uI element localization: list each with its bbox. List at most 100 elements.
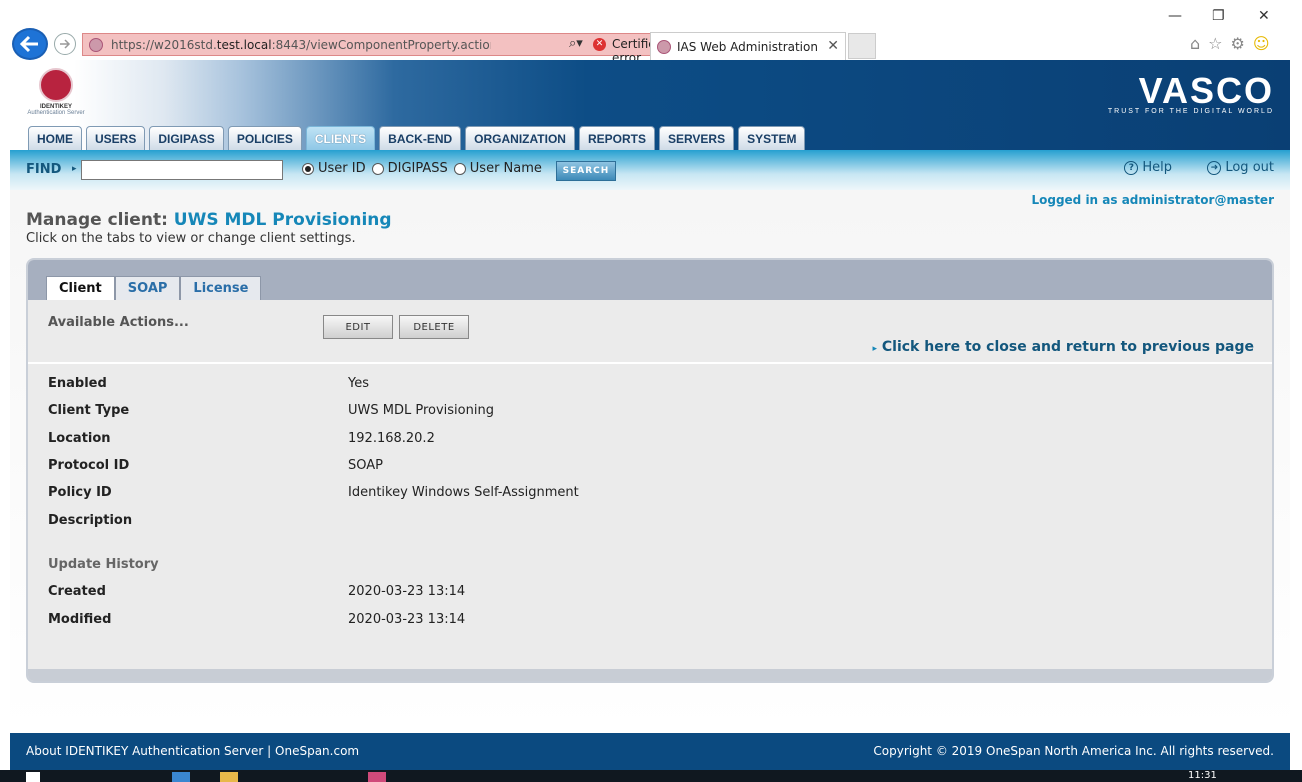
browser-tab[interactable]: IAS Web Administration ✕ [650,32,846,60]
find-input[interactable] [81,160,283,180]
field-value: Yes [348,376,369,391]
identikey-logo-mark [39,68,73,102]
page-subtitle: Click on the tabs to view or change clie… [26,231,356,246]
favorites-star-icon[interactable]: ☆ [1208,34,1222,53]
logout-link[interactable]: ➜ Log out [1207,160,1274,175]
field-label: Enabled [48,376,107,391]
home-icon[interactable]: ⌂ [1190,34,1200,53]
nav-policies[interactable]: POLICIES [227,126,302,150]
nav-back-end-label: BACK-END [388,131,453,146]
minimize-icon[interactable]: — [1168,8,1182,24]
nav-servers[interactable]: SERVERS [658,126,735,150]
app-footer: About IDENTIKEY Authentication Server | … [10,733,1290,770]
radio-user-name-label: User Name [469,161,542,176]
close-return-label: Click here to close and return to previo… [881,339,1254,355]
nav-reports[interactable]: REPORTS [578,126,655,150]
nav-back-end[interactable]: BACK-END [379,126,462,150]
smiley-feedback-icon[interactable]: ☺ [1253,34,1270,53]
edit-button[interactable]: EDIT [323,315,393,339]
taskbar-clock[interactable]: 11:31 [1188,770,1217,781]
client-panel: Client SOAP License Available Actions...… [26,258,1274,683]
new-tab-button[interactable] [848,33,876,59]
main-content: Logged in as administrator@master Manage… [10,190,1290,733]
copyright: Copyright © 2019 OneSpan North America I… [873,744,1274,758]
search-button[interactable]: SEARCH [556,161,616,181]
window-left-border [0,0,10,770]
certificate-error-icon: ✕ [593,38,606,51]
os-taskbar: 11:31 [0,770,1302,782]
back-arrow-icon [20,35,38,53]
radio-digipass-label: DIGIPASS [387,161,448,176]
browser-tab-title: IAS Web Administration [677,39,818,54]
app-taskbar-icon[interactable] [368,772,386,782]
nav-policies-label: POLICIES [236,131,293,146]
field-label: Description [48,513,133,528]
tab-soap[interactable]: SOAP [114,276,181,300]
back-button[interactable] [12,28,48,60]
tab-favicon-icon [657,39,671,54]
window-right-border [1290,0,1302,770]
nav-users-label: USERS [95,131,137,146]
help-link[interactable]: ? Help [1124,160,1172,175]
address-url[interactable]: https://w2016std.test.local:8443/viewCom… [111,38,491,52]
url-suffix: :8443/viewComponentProperty.action?activ… [271,37,491,52]
field-value: UWS MDL Provisioning [348,403,494,418]
radio-user-name[interactable] [453,162,466,175]
history-value: 2020-03-23 13:14 [348,612,466,627]
browser-tools: ⌂ ☆ ⚙ ☺ [1190,34,1270,53]
nav-system-label: SYSTEM [747,131,797,146]
start-icon[interactable] [26,772,40,782]
tab-client[interactable]: Client [46,276,115,300]
page-title-client: UWS MDL Provisioning [173,210,392,230]
client-tabs: Client SOAP License [46,276,262,300]
page-title-prefix: Manage client: [26,210,168,230]
nav-users[interactable]: USERS [86,126,146,150]
site-icon [89,38,103,52]
nav-reports-label: REPORTS [587,131,646,146]
browser-window: https://w2016std.test.local:8443/viewCom… [0,0,1302,782]
address-search-icon[interactable]: ⌕▾ [569,36,583,51]
field-value: SOAP [348,458,383,473]
vasco-tagline: TRUST FOR THE DIGITAL WORLD [1107,108,1274,115]
tab-close-icon[interactable]: ✕ [827,38,839,54]
field-value: Identikey Windows Self-Assignment [348,485,579,500]
radio-digipass[interactable] [371,162,384,175]
field-label: Policy ID [48,485,112,500]
address-bar[interactable]: https://w2016std.test.local:8443/viewCom… [82,33,711,65]
vasco-logo: VASCO TRUST FOR THE DIGITAL WORLD [1034,73,1274,116]
settings-gear-icon[interactable]: ⚙ [1231,34,1245,53]
logged-in-status: Logged in as administrator@master [1031,193,1274,207]
tab-license[interactable]: License [180,276,262,300]
update-history-heading: Update History [48,557,159,572]
forward-arrow-icon [60,39,71,49]
app-header: IDENTIKEY Authentication Server VASCO TR… [10,60,1290,150]
logout-label: Log out [1225,160,1274,175]
page-title: Manage client: UWS MDL Provisioning [26,210,392,230]
about-link[interactable]: About IDENTIKEY Authentication Server | … [26,744,359,758]
browser-taskbar-icon[interactable] [172,772,190,782]
actions-bar: Available Actions... EDIT DELETE ▸ Click… [28,300,1272,364]
find-bar: FIND ▸ User ID DIGIPASS User Name SEARCH… [10,150,1290,190]
nav-organization[interactable]: ORGANIZATION [465,126,575,150]
nav-home[interactable]: HOME [28,126,82,150]
nav-digipass[interactable]: DIGIPASS [149,126,224,150]
close-link-arrow-icon: ▸ [872,344,877,354]
file-explorer-icon[interactable] [220,772,238,782]
nav-clients-label: CLIENTS [314,131,367,146]
restore-icon[interactable]: ❐ [1212,8,1225,24]
available-actions-label: Available Actions... [48,315,189,330]
nav-system[interactable]: SYSTEM [738,126,806,150]
nav-clients[interactable]: CLIENTS [305,126,376,150]
field-label: Protocol ID [48,458,130,473]
forward-button[interactable] [54,33,76,55]
delete-button[interactable]: DELETE [399,315,469,339]
close-window-icon[interactable]: ✕ [1258,8,1270,24]
radio-user-id[interactable] [302,162,314,175]
help-icon: ? [1124,160,1139,175]
close-return-link[interactable]: ▸ Click here to close and return to prev… [872,339,1254,355]
panel-footer [28,669,1272,681]
url-prefix: https://w2016std. [111,37,217,52]
find-type-options: User ID DIGIPASS User Name [302,161,542,176]
history-value: 2020-03-23 13:14 [348,584,466,599]
help-label: Help [1142,160,1172,175]
